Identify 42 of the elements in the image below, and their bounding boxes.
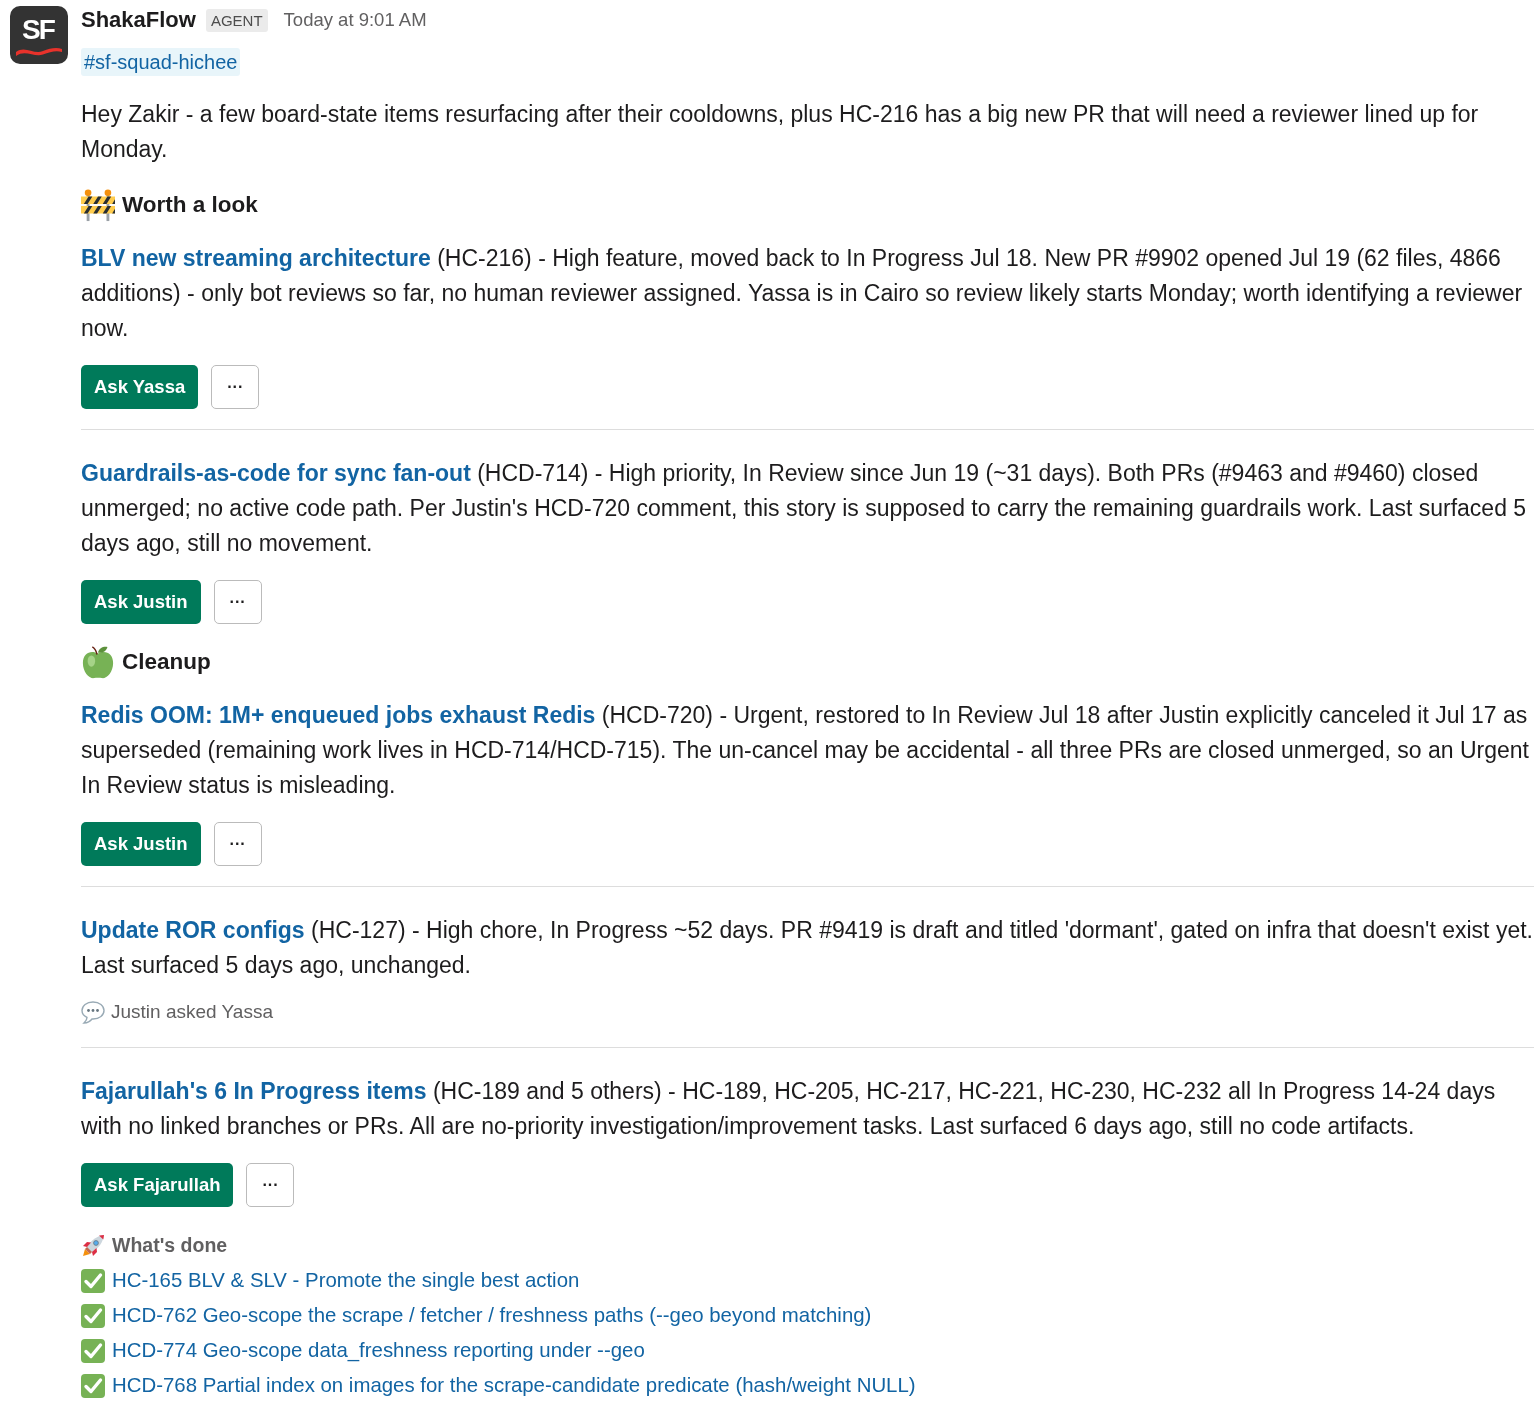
sender-name[interactable]: ShakaFlow: [81, 7, 196, 33]
section-heading: Worth a look: [122, 191, 258, 218]
check-mark-icon: [81, 1338, 105, 1363]
speech-bubble-icon: [81, 1000, 105, 1024]
apple-icon: [81, 644, 115, 679]
barricade-icon: [81, 187, 115, 222]
item-description: Guardrails-as-code for sync fan-out (HCD-714) - High priority, In Review since Jun 19 (~31 days). Both PRs (#9463 and #9460) closed unmerged; no active code path. Per Justin's HCD-720 comment, this story is supposed to carry the remaining guardrails work. Last surfaced 5 days ago, still no movement.: [81, 459, 1528, 558]
item-description: Redis OOM: 1M+ enqueued jobs exhaust Redis (HCD-720) - Urgent, restored to In Review Jul 18 after Justin explicitly canceled it Jul 17 as superseded (remaining work lives in HCD-714/HCD-715). The un-cancel may be accidental - all three PRs are closed unmerged, so an Urgent In Review status is misleading.: [81, 701, 1530, 800]
check-mark-icon: [81, 1268, 105, 1293]
app-avatar[interactable]: SF: [10, 6, 68, 64]
item-link[interactable]: Redis OOM: 1M+ enqueued jobs exhaust Redis: [81, 702, 596, 728]
ask-button[interactable]: Ask Yassa: [81, 365, 199, 409]
item-link[interactable]: Update ROR configs: [81, 917, 305, 943]
avatar-letters: SF: [22, 16, 54, 44]
swoosh-icon: [16, 46, 62, 56]
more-button[interactable]: ···: [246, 1163, 295, 1207]
section-heading: Cleanup: [122, 648, 211, 675]
item-link[interactable]: Guardrails-as-code for sync fan-out: [81, 460, 471, 486]
more-button[interactable]: ···: [213, 822, 262, 866]
done-heading: What's done: [112, 1234, 228, 1257]
agent-badge: AGENT: [205, 8, 268, 32]
more-button[interactable]: ···: [211, 365, 260, 409]
item-description: BLV new streaming architecture (HC-216) - High feature, moved back to In Progress Jul 18. New PR #9902 opened Jul 19 (62 files, 4866 additions) - only bot reviews so far, no human reviewer assigned. Yassa is in Cairo so review likely starts Monday; worth identifying a reviewer now.: [81, 244, 1524, 343]
ask-button[interactable]: Ask Justin: [81, 580, 201, 624]
item-note: Justin asked Yassa: [111, 1001, 273, 1023]
done-item-link[interactable]: HCD-762 Geo-scope the scrape / fetcher / freshness paths (--geo beyond matching): [112, 1304, 872, 1327]
item-description: Fajarullah's 6 In Progress items (HC-189 and 5 others) - HC-189, HC-205, HC-217, HC-221, HC-230, HC-232 all In Progress 14-24 days with no linked branches or PRs. All are no-priority investigation/improvement tasks. Last surfaced 6 days ago, still no code artifacts.: [81, 1077, 1497, 1141]
channel-link[interactable]: #sf-squad-hichee: [81, 48, 241, 76]
ask-button[interactable]: Ask Fajarullah: [81, 1163, 234, 1207]
done-item-link[interactable]: HCD-768 Partial index on images for the scrape-candidate predicate (hash/weight NULL): [112, 1374, 916, 1397]
rocket-icon: [81, 1233, 105, 1258]
ask-button[interactable]: Ask Justin: [81, 822, 201, 866]
message-timestamp[interactable]: Today at 9:01 AM: [283, 9, 427, 31]
more-button[interactable]: ···: [213, 580, 262, 624]
done-item-link[interactable]: HC-165 BLV & SLV - Promote the single best action: [112, 1269, 580, 1292]
item-link[interactable]: Fajarullah's 6 In Progress items: [81, 1078, 427, 1104]
item-link[interactable]: BLV new streaming architecture: [81, 245, 431, 271]
check-mark-icon: [81, 1303, 105, 1328]
done-item-link[interactable]: HCD-774 Geo-scope data_freshness reporting under --geo: [112, 1339, 645, 1362]
check-mark-icon: [81, 1373, 105, 1398]
intro-text: Hey Zakir - a few board-state items resurfacing after their cooldowns, plus HC-216 has a big new PR that will need a reviewer lined up for Monday.: [81, 100, 1480, 164]
item-description: Update ROR configs (HC-127) - High chore, In Progress ~52 days. PR #9419 is draft and titled 'dormant', gated on infra that doesn't exist yet. Last surfaced 5 days ago, unchanged.: [81, 916, 1534, 980]
